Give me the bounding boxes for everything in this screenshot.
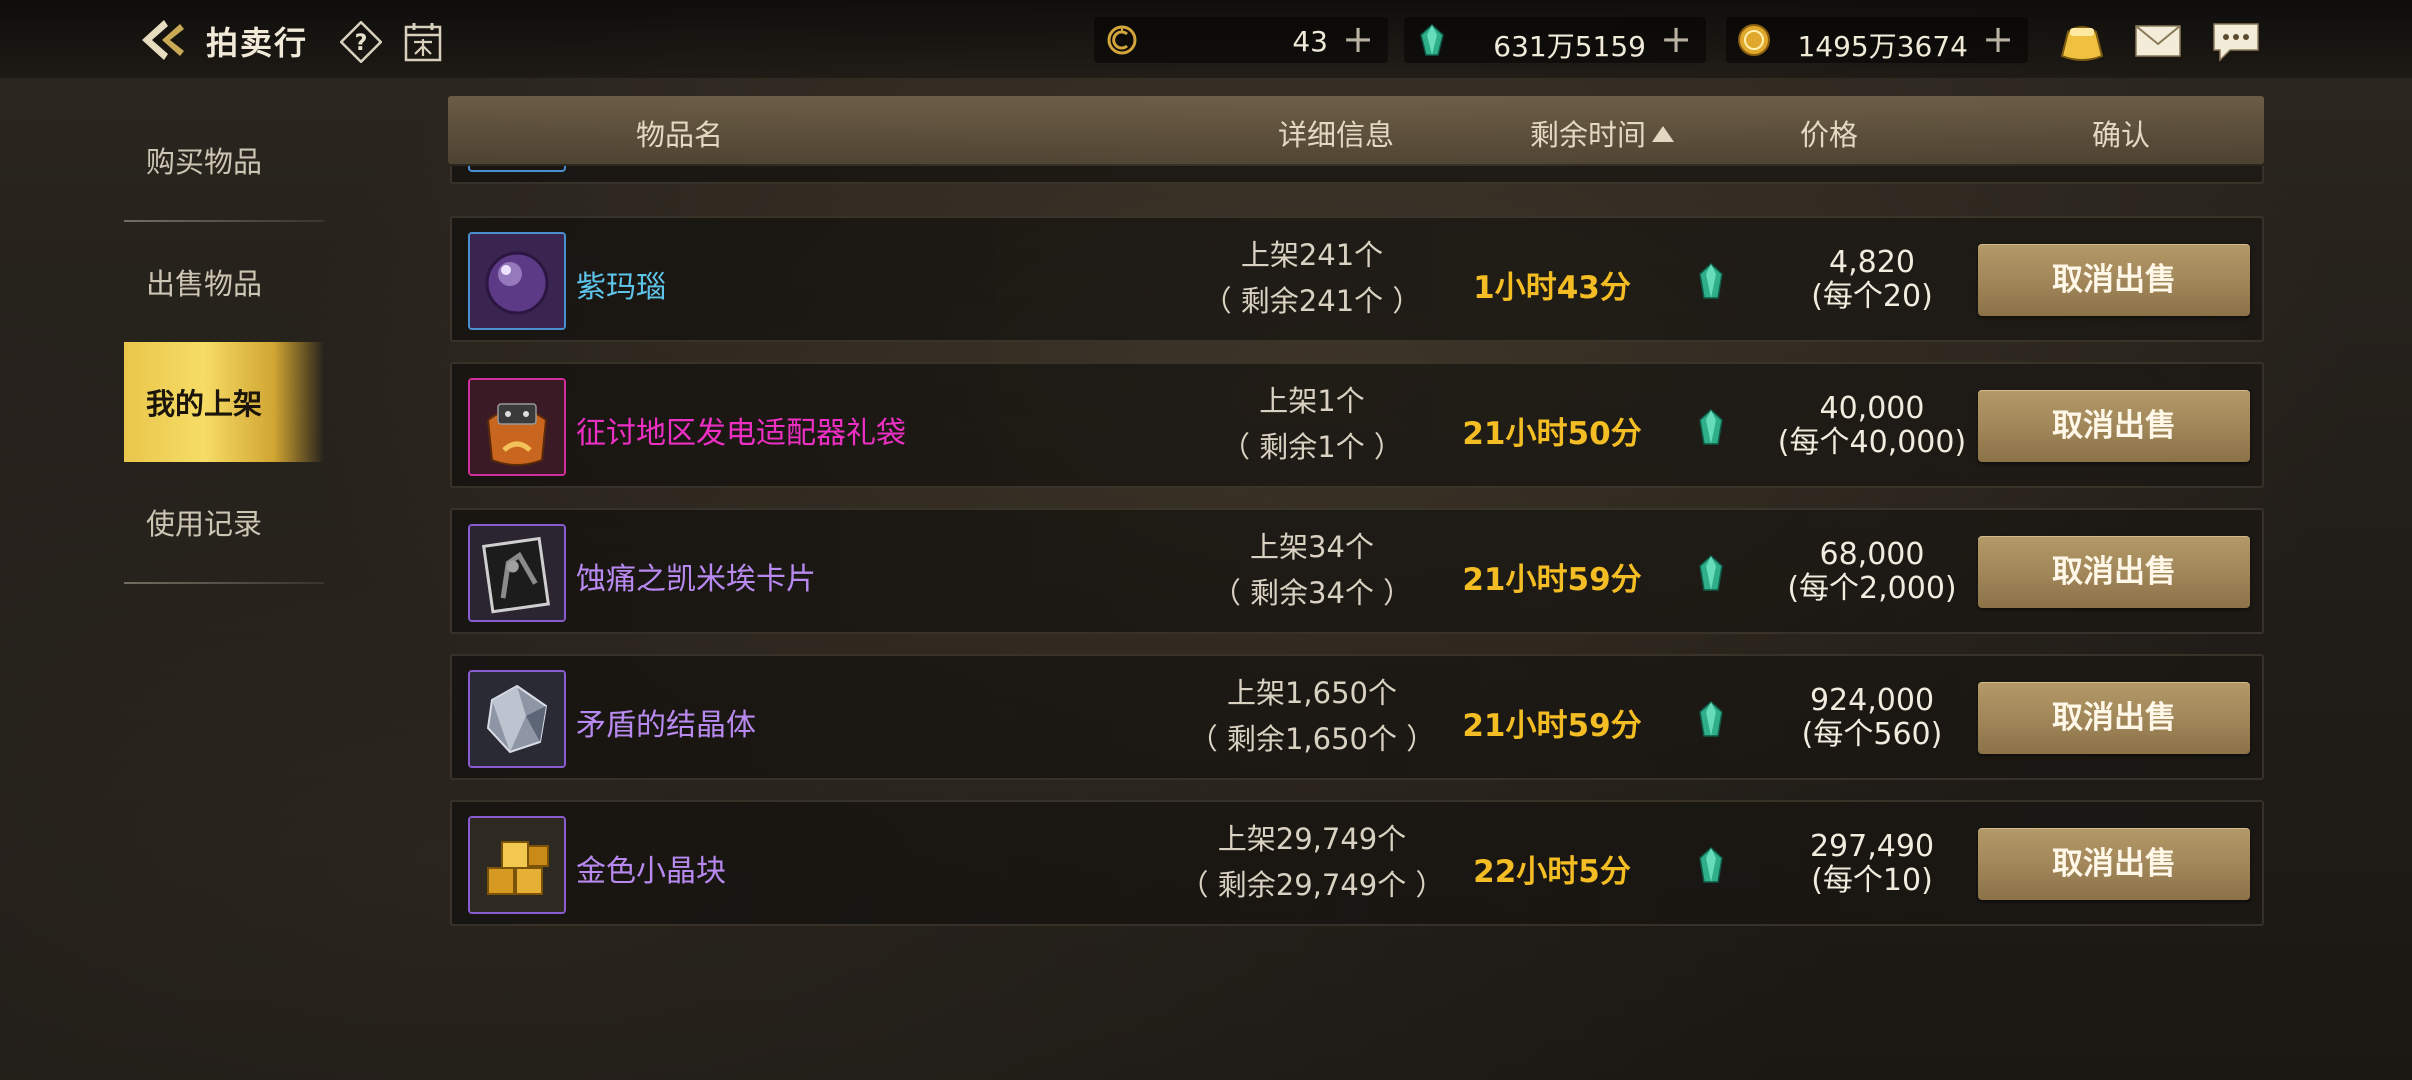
table-row: 蚀痛之凯米埃卡片 上架34个 （ 剩余34个 ） 21小时59分 68,000 … [450,508,2264,634]
listed-count: 上架1个 [1259,384,1365,418]
listed-count: 上架34个 [1250,530,1374,564]
listing-list[interactable]: 紫玛瑙 上架241个 （ 剩余241个 ） 1小时43分 4,820 (每个20… [450,166,2264,936]
mail-icon[interactable] [2130,18,2186,64]
card-icon[interactable] [468,524,566,622]
remaining-time: 1小时43分 [1473,270,1631,306]
listed-count: 上架29,749个 [1217,822,1407,856]
currency-value: 631万5159 [1493,30,1646,63]
table-row: 紫玛瑙 上架241个 （ 剩余241个 ） 1小时43分 4,820 (每个20… [450,216,2264,342]
unit-price: (每个10) [1811,863,1933,898]
remaining-count: （ 剩余34个 ） [1211,576,1413,610]
purple-orb-icon[interactable] [468,232,566,330]
listing-detail: 上架34个 （ 剩余34个 ） [1152,524,1472,616]
remaining-time: 21小时59分 [1462,708,1642,744]
sidebar-item-label: 出售物品 [146,267,263,301]
column-header-label: 剩余时间 [1530,118,1647,152]
remaining-count: （ 剩余1,650个 ） [1188,722,1436,756]
total-price: 297,490 [1809,829,1935,864]
item-name: 矛盾的结晶体 [576,708,756,743]
currency-value: 1495万3674 [1797,30,1968,63]
unit-price: (每个40,000) [1777,425,1967,460]
back-arrow-icon[interactable] [136,14,192,66]
table-row: 征讨地区发电适配器礼袋 上架1个 （ 剩余1个 ） 21小时50分 40,000… [450,362,2264,488]
unit-price: (每个20) [1811,279,1933,314]
sidebar-item-sell[interactable]: 出售物品 [124,222,324,342]
add-currency-button[interactable]: + [1342,19,1374,59]
unit-price: (每个560) [1801,717,1943,752]
remaining-count: （ 剩余29,749个 ） [1179,868,1445,902]
sidebar: 购买物品 出售物品 我的上架 使用记录 [124,100,324,584]
table-row [450,166,2264,184]
listing-detail: 上架1,650个 （ 剩余1,650个 ） [1152,670,1472,762]
remaining-count: （ 剩余241个 ） [1202,284,1422,318]
column-header-confirm: 确认 [2092,118,2151,152]
sidebar-item-history[interactable]: 使用记录 [124,462,324,582]
remaining-time: 21小时59分 [1462,562,1642,598]
table-row: 金色小晶块 上架29,749个 （ 剩余29,749个 ） 22小时5分 297… [450,800,2264,926]
column-header-price[interactable]: 价格 [1800,112,1858,154]
currency-c-coin: 43 + [1094,17,1388,63]
column-header-time[interactable]: 剩余时间 [1530,112,1675,154]
total-price: 68,000 [1819,537,1925,572]
item-name: 蚀痛之凯米埃卡片 [576,562,816,597]
listing-detail: 上架29,749个 （ 剩余29,749个 ） [1152,816,1472,908]
c-coin-icon [1107,25,1137,55]
divider [124,582,324,584]
table-row: 矛盾的结晶体 上架1,650个 （ 剩余1,650个 ） 21小时59分 924… [450,654,2264,780]
price: 4,820 (每个20) [1722,246,2022,314]
item-name: 金色小晶块 [576,854,726,889]
sidebar-item-label: 使用记录 [146,507,263,541]
item-name: 紫玛瑙 [576,270,666,305]
gold-cubes-icon[interactable] [468,816,566,914]
sidebar-item-my-listings[interactable]: 我的上架 [124,342,324,462]
sort-ascending-icon [1652,126,1675,142]
listing-detail: 上架1个 （ 剩余1个 ） [1152,378,1472,470]
sidebar-item-buy[interactable]: 购买物品 [124,100,324,220]
listing-detail: 上架241个 （ 剩余241个 ） [1152,232,1472,324]
price: 297,490 (每个10) [1722,830,2022,898]
total-price: 4,820 [1829,245,1915,280]
unit-price: (每个2,000) [1787,571,1957,606]
price: 68,000 (每个2,000) [1722,538,2022,606]
price: 924,000 (每个560) [1722,684,2022,752]
remaining-time: 22小时5分 [1473,854,1631,890]
gold-coin-icon [1738,24,1770,56]
cancel-sale-button[interactable]: 取消出售 [1978,244,2250,316]
add-currency-button[interactable]: + [1982,19,2014,59]
currency-value: 43 [1292,25,1328,58]
help-icon[interactable]: ? [339,20,383,64]
gift-bag-icon[interactable] [468,378,566,476]
total-price: 40,000 [1819,391,1925,426]
total-price: 924,000 [1809,683,1935,718]
table-header: 物品名 详细信息 剩余时间 价格 确认 [448,96,2264,164]
price: 40,000 (每个40,000) [1722,392,2022,460]
sidebar-item-label: 我的上架 [146,387,263,421]
crystal-icon[interactable] [468,670,566,768]
listed-count: 上架1,650个 [1226,676,1398,710]
currency-gold: 1495万3674 + [1726,17,2028,63]
cancel-sale-button[interactable]: 取消出售 [1978,828,2250,900]
add-currency-button[interactable]: + [1660,19,1692,59]
sidebar-item-label: 购买物品 [146,145,263,179]
cancel-sale-button[interactable]: 取消出售 [1978,536,2250,608]
top-bar: 拍卖行 ? 43 + 631万5159 + 1495万3674 + [0,0,2412,78]
item-name: 征讨地区发电适配器礼袋 [576,416,906,451]
currency-emerald: 631万5159 + [1404,17,1706,63]
column-header-name[interactable]: 物品名 [636,112,723,154]
remaining-count: （ 剩余1个 ） [1221,430,1403,464]
pouch-icon[interactable] [2054,18,2110,64]
listed-count: 上架241个 [1240,238,1384,272]
svg-text:?: ? [355,31,368,56]
chat-icon[interactable] [2208,18,2264,64]
calendar-icon[interactable] [402,20,444,64]
cancel-sale-button[interactable]: 取消出售 [1978,390,2250,462]
cancel-sale-button[interactable]: 取消出售 [1978,682,2250,754]
emerald-icon [1420,23,1444,56]
remaining-time: 21小时50分 [1462,416,1642,452]
item-icon [468,166,566,172]
page-title: 拍卖行 [206,24,309,62]
column-header-detail[interactable]: 详细信息 [1278,112,1394,154]
